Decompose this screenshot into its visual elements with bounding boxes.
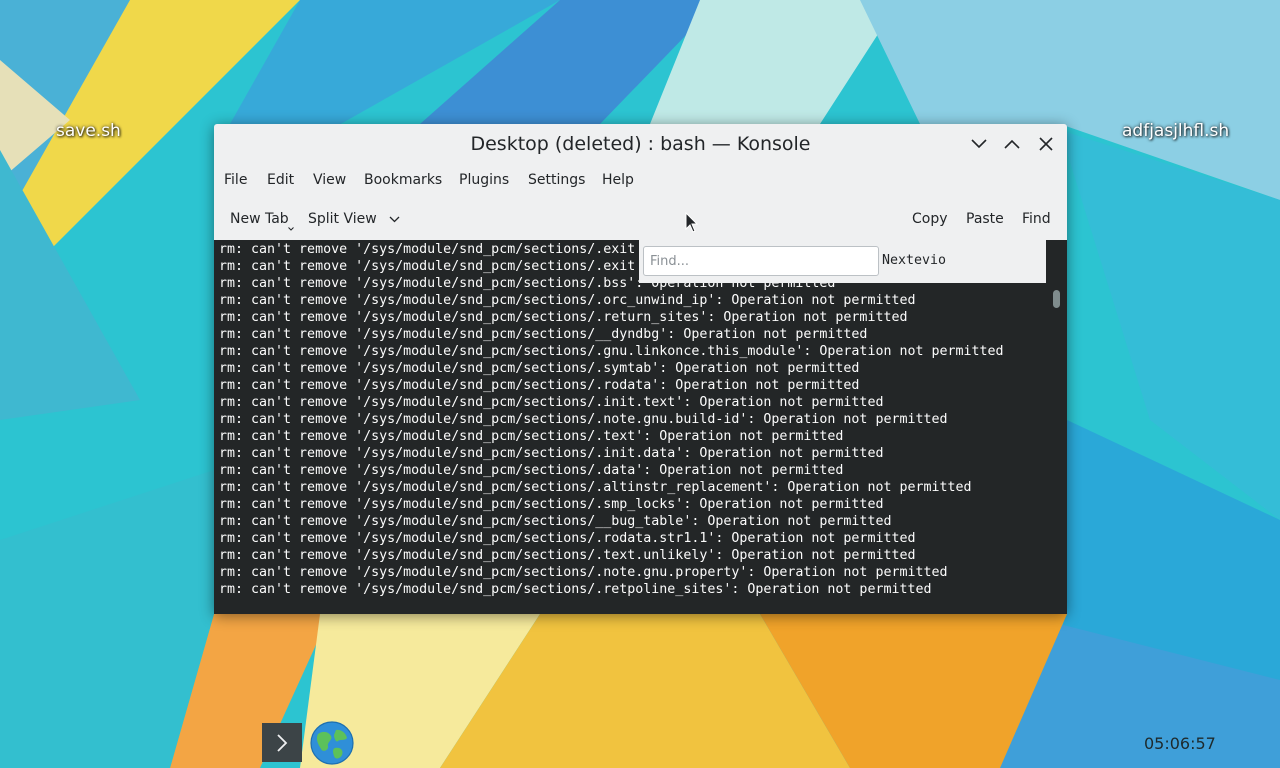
terminal-line: rm: can't remove '/sys/module/snd_pcm/se… bbox=[219, 514, 892, 529]
scrollbar-handle[interactable] bbox=[1053, 290, 1060, 308]
find-input[interactable] bbox=[643, 246, 879, 276]
split-view-label: Split View bbox=[308, 211, 377, 227]
terminal-line: rm: can't remove '/sys/module/snd_pcm/se… bbox=[219, 293, 916, 308]
terminal-line: rm: can't remove '/sys/module/snd_pcm/se… bbox=[219, 378, 860, 393]
terminal-line: rm: can't remove '/sys/module/snd_pcm/se… bbox=[219, 480, 972, 495]
menu-edit[interactable]: Edit bbox=[267, 172, 294, 188]
terminal-output: rm: can't remove '/sys/module/snd_pcm/se… bbox=[219, 241, 1004, 598]
terminal-line: rm: can't remove '/sys/module/snd_pcm/se… bbox=[219, 548, 916, 563]
terminal-line: rm: can't remove '/sys/module/snd_pcm/se… bbox=[219, 463, 844, 478]
new-tab-label: New Tab bbox=[230, 211, 289, 227]
toolbar: New Tab Split View Copy Paste Find bbox=[214, 202, 1067, 238]
chevron-right-icon bbox=[277, 733, 288, 752]
find-button[interactable]: Find bbox=[1022, 211, 1051, 227]
terminal-line: rm: can't remove '/sys/module/snd_pcm/se… bbox=[219, 531, 916, 546]
menu-bar: File Edit View Bookmarks Plugins Setting… bbox=[214, 164, 1067, 198]
panel-clock[interactable]: 05:06:57 bbox=[1144, 734, 1216, 753]
globe-icon[interactable] bbox=[309, 720, 355, 766]
terminal-line: rm: can't remove '/sys/module/snd_pcm/se… bbox=[219, 361, 860, 376]
menu-help[interactable]: Help bbox=[602, 172, 634, 188]
maximize-button[interactable] bbox=[999, 131, 1025, 157]
paste-button[interactable]: Paste bbox=[966, 211, 1004, 227]
chevron-down-icon bbox=[971, 139, 987, 149]
terminal-line: rm: can't remove '/sys/module/snd_pcm/se… bbox=[219, 412, 948, 427]
desktop-icon-adfjasjlhfl-sh[interactable]: adfjasjlhfl.sh bbox=[1122, 121, 1229, 141]
terminal-line: rm: can't remove '/sys/module/snd_pcm/se… bbox=[219, 310, 908, 325]
terminal-line: rm: can't remove '/sys/module/snd_pcm/se… bbox=[219, 327, 868, 342]
chevron-up-icon bbox=[1004, 139, 1020, 149]
konsole-window: Desktop (deleted) : bash — Konsole File bbox=[214, 124, 1067, 614]
desktop: save.sh adfjasjlhfl.sh Desktop (deleted)… bbox=[0, 0, 1280, 768]
terminal-line: rm: can't remove '/sys/module/snd_pcm/se… bbox=[219, 497, 884, 512]
minimize-button[interactable] bbox=[966, 131, 992, 157]
window-title: Desktop (deleted) : bash — Konsole bbox=[470, 133, 811, 155]
title-bar[interactable]: Desktop (deleted) : bash — Konsole bbox=[214, 124, 1067, 164]
mouse-pointer-icon bbox=[685, 212, 699, 233]
panel-launcher-button[interactable] bbox=[262, 723, 302, 762]
menu-plugins[interactable]: Plugins bbox=[459, 172, 509, 188]
desktop-icon-save-sh[interactable]: save.sh bbox=[56, 121, 121, 141]
close-button[interactable] bbox=[1033, 131, 1059, 157]
menu-view[interactable]: View bbox=[313, 172, 346, 188]
terminal-line: rm: can't remove '/sys/module/snd_pcm/se… bbox=[219, 395, 884, 410]
menu-file[interactable]: File bbox=[224, 172, 247, 188]
chevron-down-icon bbox=[389, 216, 400, 222]
menu-bookmarks[interactable]: Bookmarks bbox=[364, 172, 442, 188]
find-bar: Nextevio bbox=[639, 240, 1046, 283]
terminal-line: rm: can't remove '/sys/module/snd_pcm/se… bbox=[219, 582, 932, 597]
terminal-line: rm: can't remove '/sys/module/snd_pcm/se… bbox=[219, 344, 1004, 359]
find-trailing-text: Nextevio bbox=[882, 253, 947, 268]
terminal-line: rm: can't remove '/sys/module/snd_pcm/se… bbox=[219, 446, 884, 461]
split-view-button[interactable]: Split View bbox=[308, 211, 400, 227]
terminal-line: rm: can't remove '/sys/module/snd_pcm/se… bbox=[219, 565, 948, 580]
copy-button[interactable]: Copy bbox=[912, 211, 948, 227]
close-icon bbox=[1039, 137, 1053, 151]
terminal-line: rm: can't remove '/sys/module/snd_pcm/se… bbox=[219, 429, 844, 444]
terminal-view[interactable]: rm: can't remove '/sys/module/snd_pcm/se… bbox=[214, 240, 1067, 614]
menu-settings[interactable]: Settings bbox=[528, 172, 585, 188]
new-tab-button[interactable]: New Tab bbox=[230, 211, 294, 231]
dropdown-indicator-icon bbox=[288, 227, 294, 231]
